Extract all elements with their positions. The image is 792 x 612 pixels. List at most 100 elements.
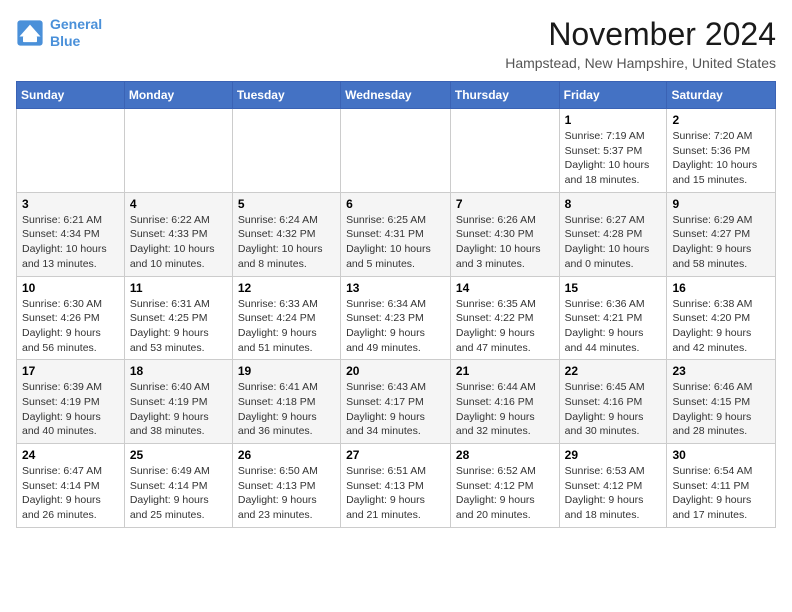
calendar-cell: 10 Sunrise: 6:30 AMSunset: 4:26 PMDayligh… xyxy=(17,276,125,360)
day-number: 1 xyxy=(565,113,662,127)
calendar-cell: 12 Sunrise: 6:33 AMSunset: 4:24 PMDayligh… xyxy=(232,276,340,360)
calendar-cell xyxy=(450,109,559,193)
day-number: 11 xyxy=(130,281,227,295)
logo-line2: Blue xyxy=(50,33,80,49)
day-number: 21 xyxy=(456,364,554,378)
day-info: Sunrise: 6:53 AMSunset: 4:12 PMDaylight:… xyxy=(565,464,662,523)
calendar-cell: 21 Sunrise: 6:44 AMSunset: 4:16 PMDayligh… xyxy=(450,360,559,444)
day-info: Sunrise: 7:20 AMSunset: 5:36 PMDaylight:… xyxy=(672,129,770,188)
day-info: Sunrise: 6:36 AMSunset: 4:21 PMDaylight:… xyxy=(565,297,662,356)
day-number: 2 xyxy=(672,113,770,127)
calendar-cell: 5 Sunrise: 6:24 AMSunset: 4:32 PMDaylight… xyxy=(232,192,340,276)
day-number: 23 xyxy=(672,364,770,378)
calendar-table: SundayMondayTuesdayWednesdayThursdayFrid… xyxy=(16,81,776,528)
calendar-cell: 22 Sunrise: 6:45 AMSunset: 4:16 PMDayligh… xyxy=(559,360,667,444)
calendar-cell: 25 Sunrise: 6:49 AMSunset: 4:14 PMDayligh… xyxy=(124,444,232,528)
calendar-cell: 1 Sunrise: 7:19 AMSunset: 5:37 PMDaylight… xyxy=(559,109,667,193)
calendar-cell: 13 Sunrise: 6:34 AMSunset: 4:23 PMDayligh… xyxy=(341,276,451,360)
day-info: Sunrise: 6:27 AMSunset: 4:28 PMDaylight:… xyxy=(565,213,662,272)
logo-line1: General xyxy=(50,16,102,32)
day-info: Sunrise: 6:25 AMSunset: 4:31 PMDaylight:… xyxy=(346,213,445,272)
day-info: Sunrise: 6:45 AMSunset: 4:16 PMDaylight:… xyxy=(565,380,662,439)
logo-icon xyxy=(16,19,44,47)
day-info: Sunrise: 6:24 AMSunset: 4:32 PMDaylight:… xyxy=(238,213,335,272)
day-info: Sunrise: 6:30 AMSunset: 4:26 PMDaylight:… xyxy=(22,297,119,356)
weekday-header-saturday: Saturday xyxy=(667,82,776,109)
weekday-header-row: SundayMondayTuesdayWednesdayThursdayFrid… xyxy=(17,82,776,109)
day-number: 5 xyxy=(238,197,335,211)
calendar-cell: 27 Sunrise: 6:51 AMSunset: 4:13 PMDayligh… xyxy=(341,444,451,528)
day-info: Sunrise: 6:50 AMSunset: 4:13 PMDaylight:… xyxy=(238,464,335,523)
calendar-cell: 2 Sunrise: 7:20 AMSunset: 5:36 PMDaylight… xyxy=(667,109,776,193)
day-number: 29 xyxy=(565,448,662,462)
day-info: Sunrise: 6:54 AMSunset: 4:11 PMDaylight:… xyxy=(672,464,770,523)
day-info: Sunrise: 6:33 AMSunset: 4:24 PMDaylight:… xyxy=(238,297,335,356)
weekday-header-monday: Monday xyxy=(124,82,232,109)
day-number: 19 xyxy=(238,364,335,378)
weekday-header-wednesday: Wednesday xyxy=(341,82,451,109)
calendar-cell: 18 Sunrise: 6:40 AMSunset: 4:19 PMDayligh… xyxy=(124,360,232,444)
day-number: 18 xyxy=(130,364,227,378)
calendar-cell: 23Sunrise: 6:46 AMSunset: 4:15 PMDayligh… xyxy=(667,360,776,444)
calendar-cell: 16Sunrise: 6:38 AMSunset: 4:20 PMDayligh… xyxy=(667,276,776,360)
day-number: 4 xyxy=(130,197,227,211)
day-number: 30 xyxy=(672,448,770,462)
day-number: 3 xyxy=(22,197,119,211)
day-info: Sunrise: 7:19 AMSunset: 5:37 PMDaylight:… xyxy=(565,129,662,188)
day-info: Sunrise: 6:26 AMSunset: 4:30 PMDaylight:… xyxy=(456,213,554,272)
day-info: Sunrise: 6:44 AMSunset: 4:16 PMDaylight:… xyxy=(456,380,554,439)
day-number: 7 xyxy=(456,197,554,211)
calendar-cell xyxy=(232,109,340,193)
calendar-cell: 11 Sunrise: 6:31 AMSunset: 4:25 PMDayligh… xyxy=(124,276,232,360)
calendar-cell: 26Sunrise: 6:50 AMSunset: 4:13 PMDayligh… xyxy=(232,444,340,528)
calendar-cell: 8Sunrise: 6:27 AMSunset: 4:28 PMDaylight… xyxy=(559,192,667,276)
day-info: Sunrise: 6:34 AMSunset: 4:23 PMDaylight:… xyxy=(346,297,445,356)
week-row-3: 10 Sunrise: 6:30 AMSunset: 4:26 PMDayligh… xyxy=(17,276,776,360)
header: General Blue November 2024 Hampstead, Ne… xyxy=(16,16,776,71)
calendar-cell: 28Sunrise: 6:52 AMSunset: 4:12 PMDayligh… xyxy=(450,444,559,528)
day-number: 10 xyxy=(22,281,119,295)
day-info: Sunrise: 6:49 AMSunset: 4:14 PMDaylight:… xyxy=(130,464,227,523)
calendar-cell: 19Sunrise: 6:41 AMSunset: 4:18 PMDayligh… xyxy=(232,360,340,444)
calendar-cell xyxy=(341,109,451,193)
day-info: Sunrise: 6:52 AMSunset: 4:12 PMDaylight:… xyxy=(456,464,554,523)
weekday-header-friday: Friday xyxy=(559,82,667,109)
day-info: Sunrise: 6:51 AMSunset: 4:13 PMDaylight:… xyxy=(346,464,445,523)
calendar-cell: 30 Sunrise: 6:54 AMSunset: 4:11 PMDayligh… xyxy=(667,444,776,528)
calendar-cell: 4Sunrise: 6:22 AMSunset: 4:33 PMDaylight… xyxy=(124,192,232,276)
day-number: 25 xyxy=(130,448,227,462)
calendar-cell: 6 Sunrise: 6:25 AMSunset: 4:31 PMDaylight… xyxy=(341,192,451,276)
day-info: Sunrise: 6:47 AMSunset: 4:14 PMDaylight:… xyxy=(22,464,119,523)
calendar-cell: 15 Sunrise: 6:36 AMSunset: 4:21 PMDayligh… xyxy=(559,276,667,360)
day-number: 16 xyxy=(672,281,770,295)
day-number: 20 xyxy=(346,364,445,378)
day-number: 13 xyxy=(346,281,445,295)
logo: General Blue xyxy=(16,16,102,50)
day-info: Sunrise: 6:40 AMSunset: 4:19 PMDaylight:… xyxy=(130,380,227,439)
day-number: 6 xyxy=(346,197,445,211)
day-number: 12 xyxy=(238,281,335,295)
day-number: 22 xyxy=(565,364,662,378)
day-number: 27 xyxy=(346,448,445,462)
day-number: 15 xyxy=(565,281,662,295)
day-number: 14 xyxy=(456,281,554,295)
month-title: November 2024 xyxy=(505,16,776,53)
day-number: 17 xyxy=(22,364,119,378)
day-info: Sunrise: 6:21 AMSunset: 4:34 PMDaylight:… xyxy=(22,213,119,272)
day-info: Sunrise: 6:35 AMSunset: 4:22 PMDaylight:… xyxy=(456,297,554,356)
calendar-cell: 7 Sunrise: 6:26 AMSunset: 4:30 PMDaylight… xyxy=(450,192,559,276)
week-row-4: 17Sunrise: 6:39 AMSunset: 4:19 PMDayligh… xyxy=(17,360,776,444)
weekday-header-sunday: Sunday xyxy=(17,82,125,109)
calendar-cell: 20 Sunrise: 6:43 AMSunset: 4:17 PMDayligh… xyxy=(341,360,451,444)
day-info: Sunrise: 6:31 AMSunset: 4:25 PMDaylight:… xyxy=(130,297,227,356)
calendar-cell: 9Sunrise: 6:29 AMSunset: 4:27 PMDaylight… xyxy=(667,192,776,276)
day-number: 24 xyxy=(22,448,119,462)
title-section: November 2024 Hampstead, New Hampshire, … xyxy=(505,16,776,71)
calendar-cell: 14 Sunrise: 6:35 AMSunset: 4:22 PMDayligh… xyxy=(450,276,559,360)
calendar-cell: 24 Sunrise: 6:47 AMSunset: 4:14 PMDayligh… xyxy=(17,444,125,528)
day-info: Sunrise: 6:29 AMSunset: 4:27 PMDaylight:… xyxy=(672,213,770,272)
calendar-cell: 29 Sunrise: 6:53 AMSunset: 4:12 PMDayligh… xyxy=(559,444,667,528)
location-title: Hampstead, New Hampshire, United States xyxy=(505,55,776,71)
day-info: Sunrise: 6:43 AMSunset: 4:17 PMDaylight:… xyxy=(346,380,445,439)
calendar-cell: 3 Sunrise: 6:21 AMSunset: 4:34 PMDaylight… xyxy=(17,192,125,276)
